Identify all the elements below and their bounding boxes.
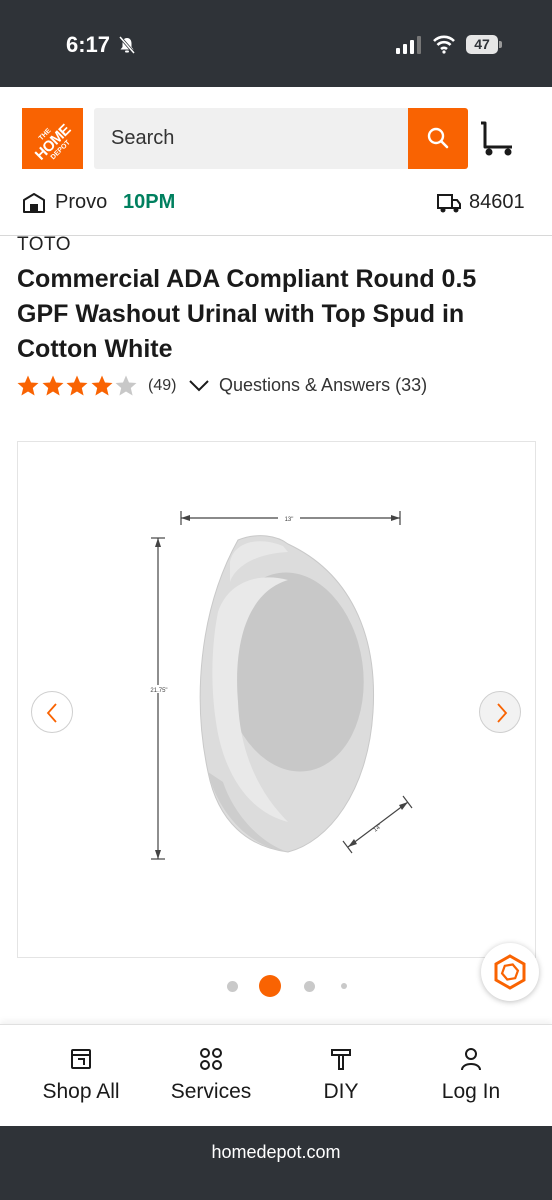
chat-button[interactable] — [481, 943, 539, 1001]
questions-answers-link[interactable]: Questions & Answers (33) — [219, 375, 427, 396]
carousel-dot[interactable] — [303, 980, 315, 992]
search-box — [94, 108, 408, 169]
product-image: 13" 21.75" 14" — [142, 511, 413, 860]
product-brand[interactable]: TOTO — [17, 234, 71, 256]
battery-tip — [499, 41, 502, 48]
bottom-nav: Shop All Services DIY Log In — [0, 1024, 552, 1126]
star-empty-icon — [115, 375, 137, 396]
delivery-truck-icon — [437, 194, 461, 213]
carousel-dot[interactable] — [226, 980, 238, 992]
width-dimension-label: 13" — [285, 517, 294, 523]
depth-dimension-label: 14" — [373, 824, 384, 834]
store-name[interactable]: Provo — [55, 191, 107, 214]
star-filled-icon — [91, 375, 112, 396]
cart-icon[interactable] — [478, 121, 516, 157]
chevron-right-icon — [497, 703, 508, 723]
wifi-icon — [433, 35, 455, 54]
chevron-left-icon — [46, 703, 57, 723]
carousel-dot[interactable] — [341, 983, 347, 989]
carousel-next-button[interactable] — [479, 691, 521, 733]
nav-shop-all[interactable]: Shop All — [16, 1025, 146, 1127]
nav-label-services: Services — [170, 1080, 252, 1103]
bell-muted-icon — [118, 36, 136, 54]
nav-services[interactable]: Services — [146, 1025, 276, 1127]
star-filled-icon — [66, 375, 88, 396]
site-header: THE HOME DEPOT Provo 10PM 84601 — [0, 87, 552, 236]
signal-icon — [396, 36, 421, 54]
chat-hexagon-icon — [494, 954, 526, 990]
battery-indicator: 47 — [466, 35, 502, 54]
rating-row: (49) Questions & Answers (33) — [16, 374, 476, 398]
search-icon — [427, 127, 449, 149]
services-icon — [200, 1048, 222, 1070]
nav-diy[interactable]: DIY — [276, 1025, 406, 1127]
person-icon — [461, 1048, 481, 1071]
search-button[interactable] — [408, 108, 468, 169]
diy-hammer-icon — [331, 1049, 351, 1070]
carousel-dot-active[interactable] — [259, 975, 281, 997]
store-hours[interactable]: 10PM — [123, 191, 175, 214]
browser-url-bar[interactable]: homedepot.com — [0, 1126, 552, 1200]
star-filled-icon — [17, 375, 39, 396]
shop-all-icon — [71, 1049, 91, 1069]
review-count[interactable]: (49) — [148, 377, 176, 395]
search-input[interactable] — [111, 108, 391, 169]
url-text: homedepot.com — [211, 1142, 341, 1162]
nav-label-diy: DIY — [323, 1080, 359, 1103]
product-image-carousel[interactable]: 13" 21.75" 14" — [17, 441, 536, 958]
nav-label-shop-all: Shop All — [42, 1080, 120, 1103]
store-icon — [23, 193, 45, 213]
home-depot-logo[interactable]: THE HOME DEPOT — [22, 108, 83, 169]
nav-log-in[interactable]: Log In — [406, 1025, 536, 1127]
height-dimension-label: 21.75" — [150, 688, 167, 694]
star-filled-icon — [42, 375, 63, 396]
logo-text: THE HOME DEPOT — [22, 108, 83, 169]
nav-label-log-in: Log In — [441, 1080, 501, 1103]
star-rating[interactable] — [16, 374, 139, 398]
status-bar: 6:17 47 — [0, 0, 552, 87]
zip-code[interactable]: 84601 — [469, 191, 525, 214]
carousel-prev-button[interactable] — [31, 691, 73, 733]
status-time: 6:17 — [66, 32, 111, 57]
battery-level: 47 — [466, 35, 498, 54]
product-title: Commercial ADA Compliant Round 0.5 GPF W… — [17, 265, 477, 363]
carousel-dots — [225, 974, 355, 998]
chevron-down-icon[interactable] — [188, 378, 210, 394]
